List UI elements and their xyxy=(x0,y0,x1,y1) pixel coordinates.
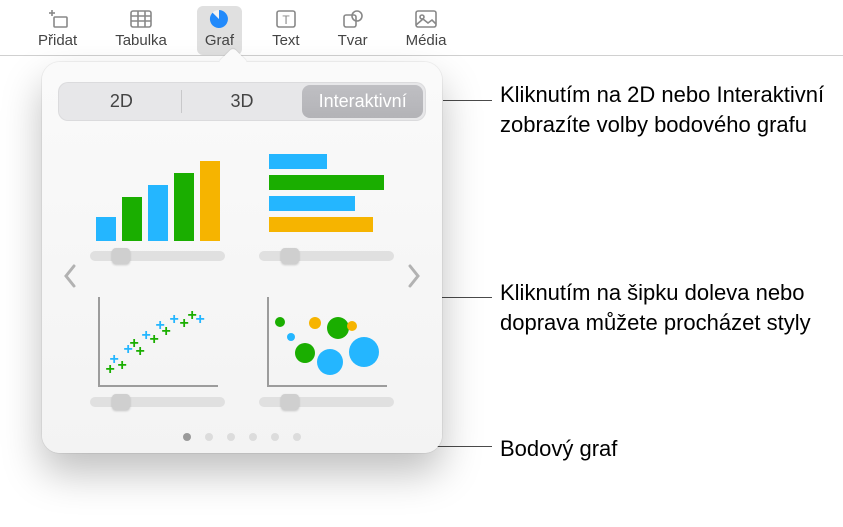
toolbar-shape[interactable]: Tvar xyxy=(330,6,376,55)
chart-style-bar[interactable] xyxy=(257,145,396,261)
toolbar-text[interactable]: T Text xyxy=(264,6,308,55)
toolbar: Přidat Tabulka Graf T Text Tvar Média xyxy=(0,0,843,56)
page-dot[interactable] xyxy=(293,433,301,441)
tab-3d[interactable]: 3D xyxy=(182,85,303,118)
toolbar-label: Tabulka xyxy=(115,32,167,49)
slider[interactable] xyxy=(259,397,394,407)
chart-type-segmented: 2D 3D Interaktivní xyxy=(58,82,426,121)
chevron-right-icon[interactable] xyxy=(400,246,428,306)
tab-2d[interactable]: 2D xyxy=(61,85,182,118)
column-chart-thumb xyxy=(90,145,225,241)
tab-interactive[interactable]: Interaktivní xyxy=(302,85,423,118)
page-dot[interactable] xyxy=(183,433,191,441)
slider[interactable] xyxy=(90,397,225,407)
leader-line xyxy=(443,100,492,101)
toolbar-label: Text xyxy=(272,32,300,49)
page-dot[interactable] xyxy=(249,433,257,441)
slider-handle[interactable] xyxy=(281,394,299,410)
toolbar-label: Média xyxy=(406,32,447,49)
slider-handle[interactable] xyxy=(112,248,130,264)
chevron-left-icon[interactable] xyxy=(56,246,84,306)
slider-handle[interactable] xyxy=(112,394,130,410)
page-dot[interactable] xyxy=(227,433,235,441)
slider[interactable] xyxy=(90,251,225,261)
callout-arrows: Kliknutím na šipku doleva nebo doprava m… xyxy=(500,278,830,337)
chart-style-scatter[interactable]: + + + + + + + + + + + + + + xyxy=(88,291,227,407)
callout-tabs: Kliknutím na 2D nebo Interaktivní zobraz… xyxy=(500,80,830,139)
slider-handle[interactable] xyxy=(281,248,299,264)
callout-scatter: Bodový graf xyxy=(500,434,617,464)
slider[interactable] xyxy=(259,251,394,261)
insert-icon xyxy=(45,8,71,30)
text-icon: T xyxy=(273,8,299,30)
bar-chart-thumb xyxy=(259,145,394,241)
chart-style-column[interactable] xyxy=(88,145,227,261)
bubble-chart-thumb xyxy=(259,291,394,387)
page-dot[interactable] xyxy=(271,433,279,441)
toolbar-label: Graf xyxy=(205,32,234,49)
svg-text:T: T xyxy=(282,13,290,27)
chart-style-area: + + + + + + + + + + + + + + xyxy=(58,145,426,407)
page-dot[interactable] xyxy=(205,433,213,441)
toolbar-media[interactable]: Média xyxy=(398,6,455,55)
toolbar-table[interactable]: Tabulka xyxy=(107,6,175,55)
toolbar-chart[interactable]: Graf xyxy=(197,6,242,55)
media-icon xyxy=(413,8,439,30)
shape-icon xyxy=(340,8,366,30)
chart-popover: 2D 3D Interaktivní xyxy=(42,62,442,453)
table-icon xyxy=(128,8,154,30)
toolbar-label: Přidat xyxy=(38,32,77,49)
scatter-chart-thumb: + + + + + + + + + + + + + + xyxy=(90,291,225,387)
page-dots xyxy=(58,433,426,441)
chart-style-bubble[interactable] xyxy=(257,291,396,407)
chart-icon xyxy=(206,8,232,30)
chart-grid: + + + + + + + + + + + + + + xyxy=(58,145,426,407)
toolbar-label: Tvar xyxy=(338,32,368,49)
toolbar-insert[interactable]: Přidat xyxy=(30,6,85,55)
